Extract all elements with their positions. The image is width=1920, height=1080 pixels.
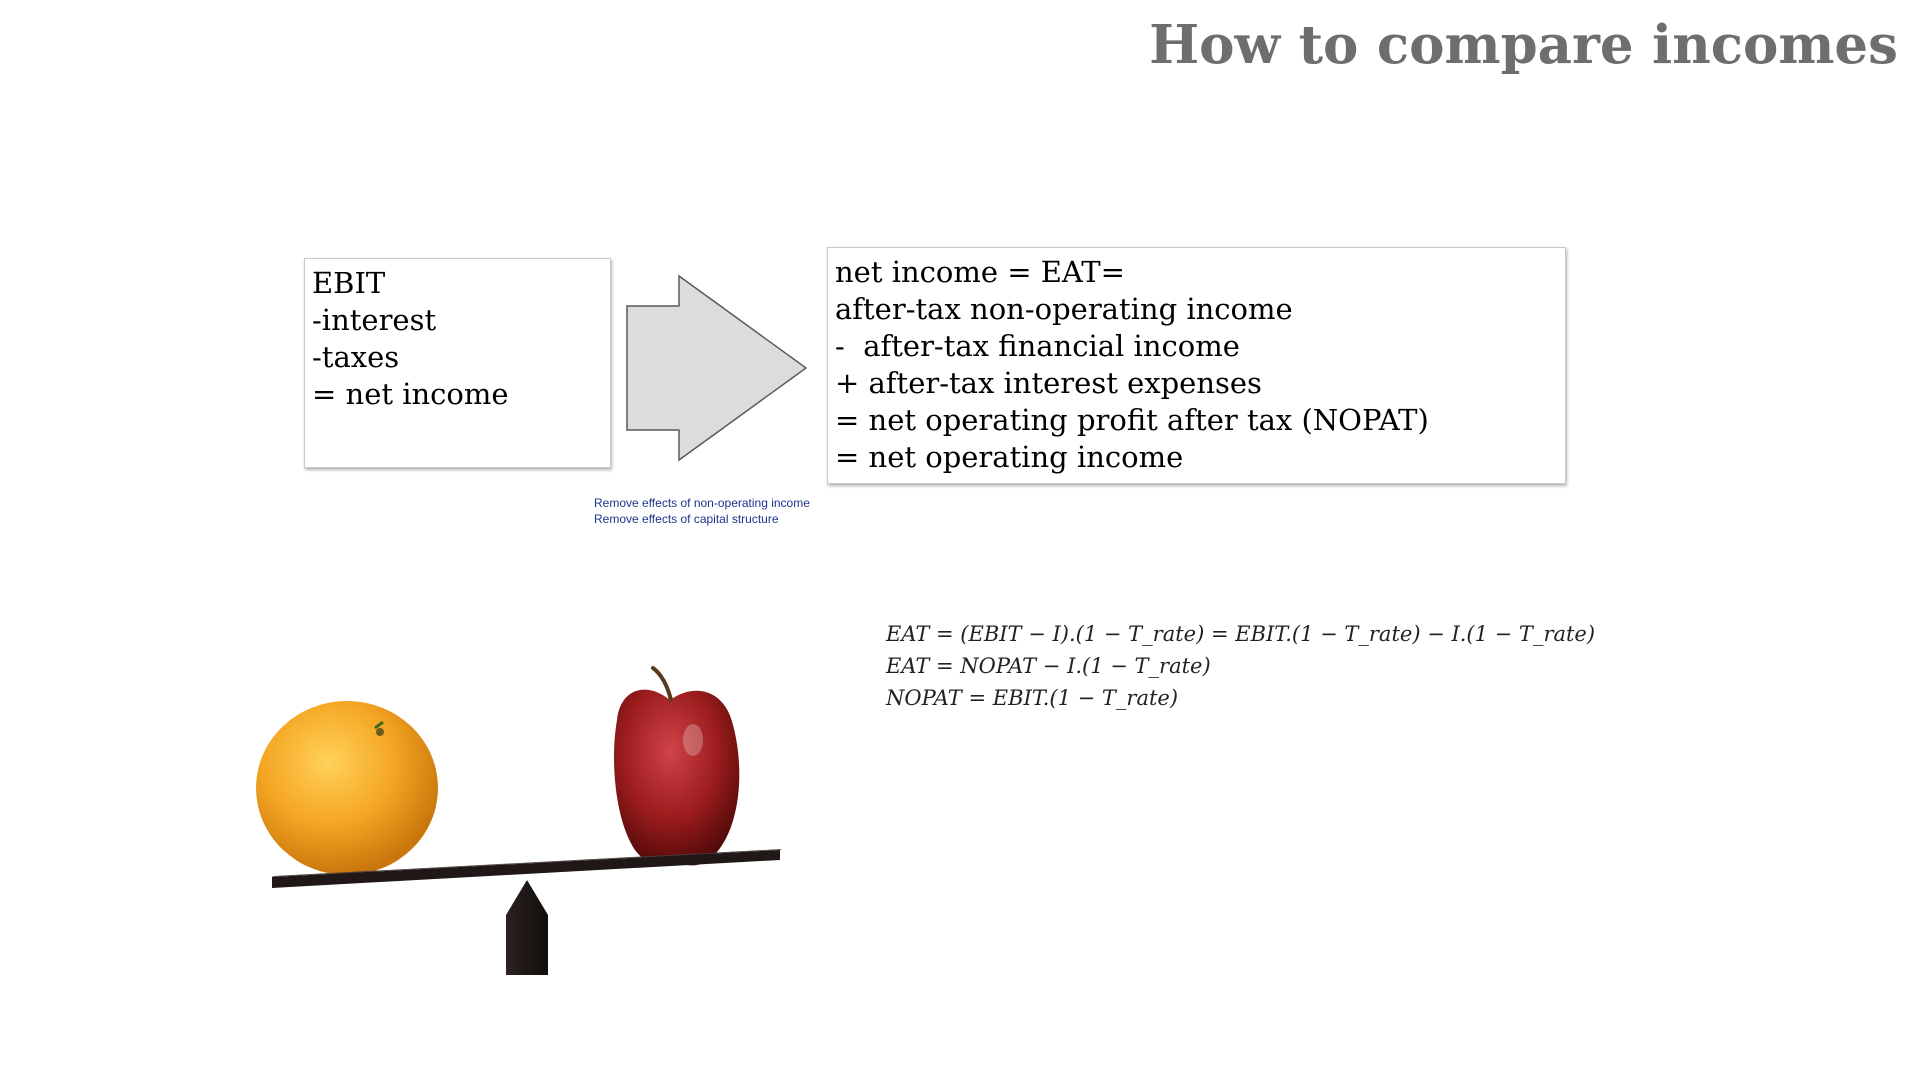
net-operating-income-box: net income = EAT= after-tax non-operatin… [827, 247, 1566, 484]
formula-eat-expanded: EAT = (EBIT − I).(1 − T_rate) = EBIT.(1 … [886, 622, 1596, 646]
formula-nopat: NOPAT = EBIT.(1 − T_rate) [886, 686, 1179, 710]
apples-oranges-illustration [256, 666, 782, 975]
note-capital-structure: Remove effects of capital structure [594, 512, 779, 526]
noi-line-4: + after-tax interest expenses [835, 366, 1262, 400]
arrow-notes: Remove effects of non-operating income R… [594, 495, 810, 527]
formulas: EAT = (EBIT − I).(1 − T_rate) = EBIT.(1 … [886, 618, 1595, 714]
slide: How to compare incomes EBIT -interest -t… [0, 0, 1920, 1080]
apple-icon [614, 666, 740, 866]
slide-title: How to compare incomes [1149, 14, 1898, 76]
orange-icon [256, 701, 438, 875]
noi-line-1: net income = EAT= [835, 255, 1125, 289]
formula-eat-nopat: EAT = NOPAT − I.(1 − T_rate) [886, 654, 1211, 678]
income-line-interest: -interest [312, 303, 437, 337]
income-line-taxes: -taxes [312, 340, 400, 374]
noi-line-5: = net operating profit after tax (NOPAT) [835, 403, 1429, 437]
right-arrow-icon [626, 274, 808, 462]
noi-line-6: = net operating income [835, 440, 1184, 474]
seesaw-stand [506, 880, 548, 975]
net-operating-income-lines: net income = EAT= after-tax non-operatin… [835, 254, 1429, 476]
income-statement-lines: EBIT -interest -taxes = net income [312, 265, 509, 413]
noi-line-3: - after-tax financial income [835, 329, 1240, 363]
income-line-ebit: EBIT [312, 266, 386, 300]
income-statement-box: EBIT -interest -taxes = net income [304, 258, 611, 468]
note-non-operating: Remove effects of non-operating income [594, 496, 810, 510]
noi-line-2: after-tax non-operating income [835, 292, 1293, 326]
income-line-net-income: = net income [312, 377, 509, 411]
